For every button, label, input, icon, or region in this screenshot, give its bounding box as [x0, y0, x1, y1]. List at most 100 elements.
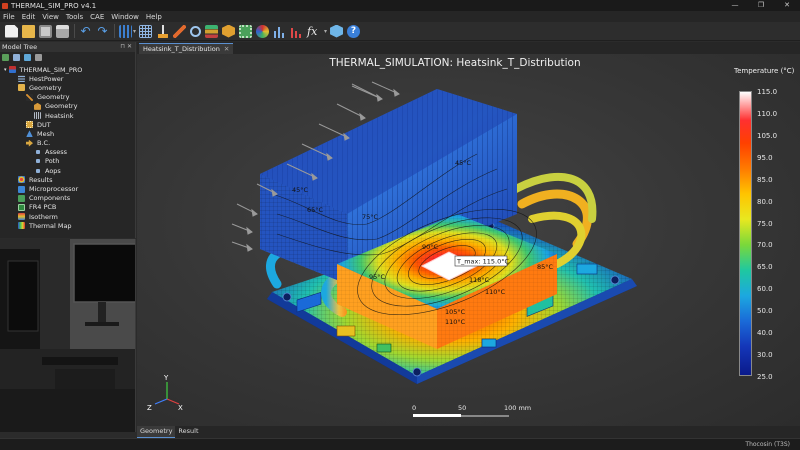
legend-tick-label: 95.0	[757, 153, 773, 162]
tree-node-label: HestPower	[29, 74, 64, 83]
tree-node-bc[interactable]: B.C.	[0, 139, 135, 148]
tree-node-label: Results	[29, 175, 53, 184]
tab-geometry[interactable]: Geometry	[137, 426, 176, 438]
probe-icon[interactable]	[156, 24, 170, 38]
bullet-icon	[36, 168, 40, 173]
geometry-icon	[34, 102, 41, 110]
tree-node-label: Thermal Map	[29, 221, 72, 230]
menu-view[interactable]: View	[39, 13, 63, 21]
bullet-icon	[36, 150, 40, 155]
tree-node-dut[interactable]: DUT	[0, 120, 135, 129]
status-user: Thocosin (T3S)	[745, 441, 790, 448]
tree-node-results[interactable]: Results	[0, 175, 135, 184]
menu-cae[interactable]: CAE	[87, 13, 108, 21]
layers-icon[interactable]	[205, 24, 219, 38]
tree-node-aops[interactable]: Aops	[0, 166, 135, 175]
tree-node-microprocessor[interactable]: Microprocessor	[0, 184, 135, 193]
document-tabs: Heatsink_T_Distribution ✕	[137, 42, 800, 54]
scale-bar: 0 50 100 mm	[412, 404, 531, 417]
open-folder-icon[interactable]	[22, 24, 35, 38]
window-title: THERMAL_SIM_PRO v4.1	[11, 1, 97, 10]
model-tree-toolbar	[0, 52, 135, 62]
tree-node-thermal-map[interactable]: Thermal Map	[0, 221, 135, 230]
tree-node-geometry-tool[interactable]: Geometry	[0, 93, 135, 102]
tree-node-components[interactable]: Components	[0, 194, 135, 203]
close-button[interactable]: ✕	[774, 0, 800, 11]
menu-file[interactable]: File	[0, 13, 19, 21]
tree-node-isotherm[interactable]: Isotherm	[0, 212, 135, 221]
pcb-icon	[18, 203, 25, 211]
filter-icon[interactable]	[13, 53, 20, 61]
contour-icon[interactable]	[256, 24, 270, 38]
chevron-down-icon[interactable]: ▾	[133, 28, 136, 35]
thermal-map-icon	[18, 222, 25, 230]
chevron-down-icon[interactable]: ▾	[324, 28, 327, 35]
help-icon[interactable]: ?	[347, 24, 361, 38]
legend-tick-label: 85.0	[757, 175, 773, 184]
tree-node-mesh[interactable]: Mesh	[0, 129, 135, 138]
box-3d-icon[interactable]	[330, 24, 344, 38]
legend-tick-label: 80.0	[757, 197, 773, 206]
plot-icon[interactable]	[290, 24, 304, 38]
tree-node-label: Microprocessor	[29, 185, 79, 194]
redo-icon[interactable]: ↷	[96, 24, 109, 38]
function-icon[interactable]: fx	[307, 25, 323, 38]
mounting-hole	[412, 367, 422, 377]
tree-node-label: B.C.	[37, 139, 51, 148]
app-logo-icon	[2, 2, 8, 9]
tree-node-label: Components	[29, 194, 71, 203]
tree-node-label: Aops	[45, 166, 61, 175]
scale-tick: 50	[458, 404, 466, 412]
isotherm-icon	[18, 213, 25, 221]
menu-bar: File Edit View Tools CAE Window Help	[0, 11, 800, 22]
tree-node-poth[interactable]: Poth	[0, 157, 135, 166]
tree-node-heatsink[interactable]: Heatsink	[0, 111, 135, 120]
close-tab-icon[interactable]: ✕	[224, 45, 229, 53]
new-file-icon[interactable]	[5, 24, 18, 38]
workstation-photo	[0, 239, 136, 432]
tab-label: Heatsink_T_Distribution	[143, 45, 220, 53]
model-tree-panel: Model Tree ⊓ ✕ ▾ THERMAL_SIM_PRO HestPowe…	[0, 42, 136, 238]
mesh-icon[interactable]	[119, 24, 132, 38]
tree-node-fr4-pcb[interactable]: FR4 PCB	[0, 203, 135, 212]
zoom-icon[interactable]	[190, 25, 202, 37]
contour-label: 110°C	[445, 318, 466, 326]
tree-add-icon[interactable]	[2, 53, 9, 61]
undo-icon[interactable]: ↶	[79, 24, 92, 38]
tree-settings-icon[interactable]	[35, 53, 42, 61]
results-icon	[18, 176, 25, 184]
panel-controls[interactable]: ⊓ ✕	[120, 42, 132, 52]
status-bar: Thocosin (T3S)	[0, 438, 800, 450]
print-icon[interactable]	[56, 24, 69, 38]
temperature-color-bar	[739, 91, 752, 376]
tree-expand-icon[interactable]	[24, 53, 31, 61]
chip-icon[interactable]	[239, 24, 253, 38]
tab-heatsink-distribution[interactable]: Heatsink_T_Distribution ✕	[139, 43, 234, 54]
histogram-icon[interactable]	[273, 24, 287, 38]
tree-node-hestpower[interactable]: HestPower	[0, 74, 135, 83]
grid-icon[interactable]	[139, 24, 153, 38]
menu-window[interactable]: Window	[108, 13, 143, 21]
app-window: THERMAL_SIM_PRO v4.1 — ❐ ✕ File Edit Vie…	[0, 0, 800, 450]
root-icon	[8, 66, 16, 74]
legend-tick-label: 50.0	[757, 307, 773, 316]
tab-result[interactable]: Result	[175, 426, 201, 438]
3d-viewport[interactable]: 45°C 65°C 75°C 90°C 85°C 95°C 118°C 110°…	[137, 54, 800, 426]
menu-help[interactable]: Help	[143, 13, 166, 21]
menu-tools[interactable]: Tools	[63, 13, 87, 21]
sweep-icon[interactable]	[173, 24, 187, 38]
maximize-button[interactable]: ❐	[748, 0, 774, 11]
components-icon	[18, 194, 25, 202]
simulation-title: THERMAL_SIMULATION: Heatsink_T_Distribut…	[329, 57, 581, 69]
tree-node-assess[interactable]: Assess	[0, 148, 135, 157]
minimize-button[interactable]: —	[722, 0, 748, 11]
tree-node-label: Isotherm	[29, 212, 58, 221]
tree-node-root[interactable]: ▾ THERMAL_SIM_PRO	[0, 65, 135, 74]
tree-node-geometry[interactable]: Geometry	[0, 83, 135, 92]
menu-edit[interactable]: Edit	[19, 13, 40, 21]
chevron-down-icon[interactable]: ▾	[4, 67, 7, 73]
tree-node-geometry-part[interactable]: Geometry	[0, 102, 135, 111]
cube-icon[interactable]	[222, 24, 236, 38]
save-icon[interactable]	[39, 24, 52, 38]
legend-tick-label: 30.0	[757, 351, 773, 360]
